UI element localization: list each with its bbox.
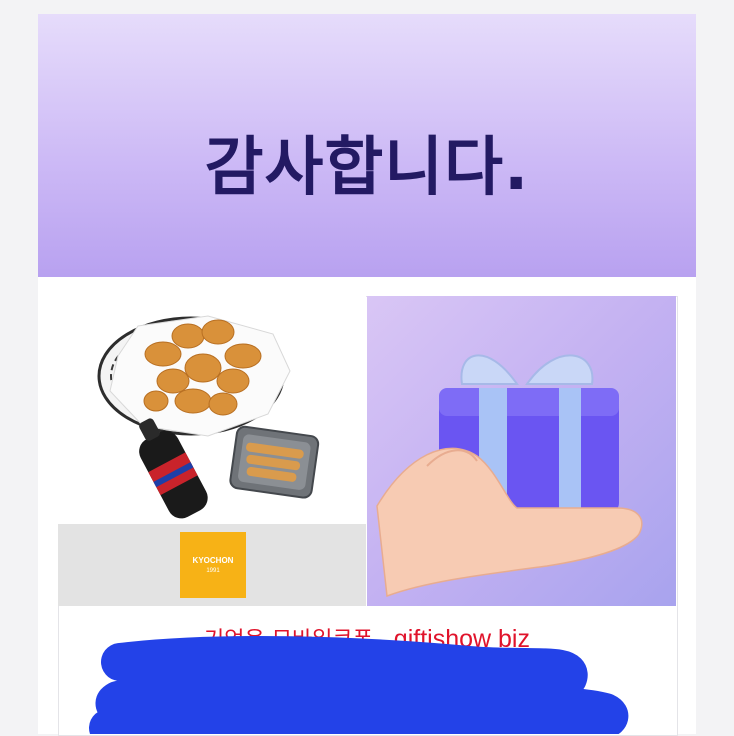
- redaction-scribble: [89, 635, 629, 734]
